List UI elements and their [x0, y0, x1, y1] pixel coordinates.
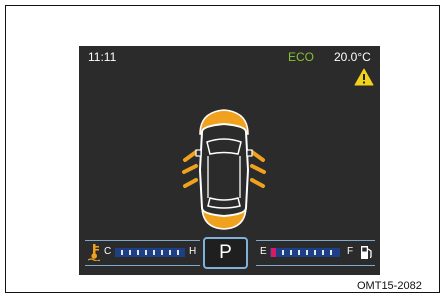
coolant-temperature-icon: [88, 243, 100, 261]
dashboard-display: 11:11 ECO 20.0°C C H P E F: [79, 46, 380, 275]
warning-triangle-icon: [354, 68, 374, 86]
gear-indicator: P: [203, 237, 248, 269]
fuel-gauge-track: [270, 248, 340, 257]
fuel-level-marker: [271, 248, 276, 257]
figure-frame: 11:11 ECO 20.0°C C H P E F OMT15-2082: [5, 5, 440, 293]
fuel-full-label: F: [347, 246, 354, 257]
eco-indicator: ECO: [288, 50, 315, 64]
outside-temperature: 20.0°C: [334, 50, 371, 64]
fuel-pump-icon: [360, 244, 373, 260]
figure-code-caption: OMT15-2082: [357, 280, 422, 292]
coolant-gauge-track: [115, 248, 185, 257]
car-top-view-icon: [182, 108, 266, 232]
coolant-low-label: C: [104, 246, 112, 257]
fuel-gauge: E F: [256, 240, 375, 266]
clock-text: 11:11: [88, 50, 117, 64]
fuel-empty-label: E: [260, 246, 267, 257]
coolant-high-label: H: [189, 246, 197, 257]
coolant-gauge: C H: [85, 240, 200, 266]
